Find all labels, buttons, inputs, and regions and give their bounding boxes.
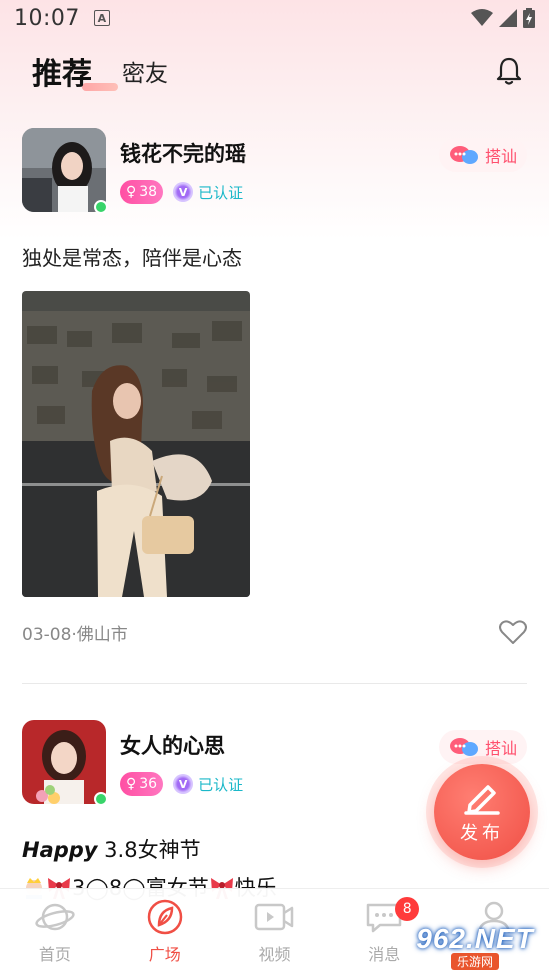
post-photo[interactable] (22, 291, 250, 597)
status-time: 10:07 (14, 5, 80, 31)
verified-badge: V 已认证 (173, 774, 243, 795)
battery-icon (523, 8, 535, 28)
watermark-sub: 乐游网 (450, 952, 499, 970)
notification-a-icon: A (93, 10, 110, 26)
post-card[interactable]: 钱花不完的瑶 ♀ 38 V 已认证 搭讪 独处是常态，陪伴是心态 03-08·佛… (0, 128, 549, 647)
site-watermark: 962.NET 乐游网 (407, 920, 543, 972)
username[interactable]: 钱花不完的瑶 (120, 138, 246, 168)
signal-icon (499, 9, 517, 27)
like-heart-icon[interactable] (499, 619, 527, 645)
chat-bubbles-icon (449, 146, 478, 164)
post-text: 独处是常态，陪伴是心态 (22, 246, 242, 270)
chat-up-button[interactable]: 搭讪 (438, 138, 527, 172)
online-indicator (94, 200, 108, 214)
nav-square[interactable]: 广场 (110, 889, 220, 976)
avatar[interactable] (22, 128, 108, 214)
publish-label: 发布 (460, 823, 504, 844)
verified-badge: V 已认证 (173, 182, 243, 203)
pen-icon (464, 785, 500, 815)
username[interactable]: 女人的心思 (120, 730, 243, 760)
chat-up-label: 搭讪 (484, 739, 517, 758)
female-icon: ♀ (126, 184, 137, 200)
watermark-main: 962.NET (416, 922, 534, 954)
chat-bubbles-icon (449, 738, 478, 756)
publish-button[interactable]: 发布 (434, 764, 530, 860)
tab-friends[interactable]: 密友 (122, 54, 168, 88)
divider (22, 683, 527, 684)
nav-home[interactable]: 首页 (0, 889, 110, 976)
verified-icon: V (173, 182, 194, 202)
unread-badge: 8 (395, 897, 420, 921)
nav-video[interactable]: 视频 (220, 889, 330, 976)
post-header: 钱花不完的瑶 ♀ 38 V 已认证 搭讪 (22, 128, 527, 220)
tab-recommend[interactable]: 推荐 (32, 49, 118, 93)
top-tabs: 推荐 密友 (0, 44, 549, 98)
chat-up-label: 搭讪 (484, 147, 517, 166)
leaf-icon (147, 899, 182, 935)
post-date-location: 03-08·佛山市 (22, 624, 128, 645)
wifi-icon (471, 9, 493, 26)
bell-icon[interactable] (495, 56, 523, 86)
status-icons (471, 8, 535, 28)
age-badge: ♀ 38 (120, 180, 164, 204)
planet-icon (35, 903, 75, 931)
female-icon: ♀ (126, 776, 137, 792)
avatar[interactable] (22, 720, 108, 806)
chat-up-button[interactable]: 搭讪 (438, 730, 527, 764)
online-indicator (94, 792, 108, 806)
age-badge: ♀ 36 (120, 772, 164, 796)
status-bar: 10:07 A (0, 0, 549, 36)
video-icon (255, 903, 294, 931)
verified-icon: V (173, 774, 194, 794)
